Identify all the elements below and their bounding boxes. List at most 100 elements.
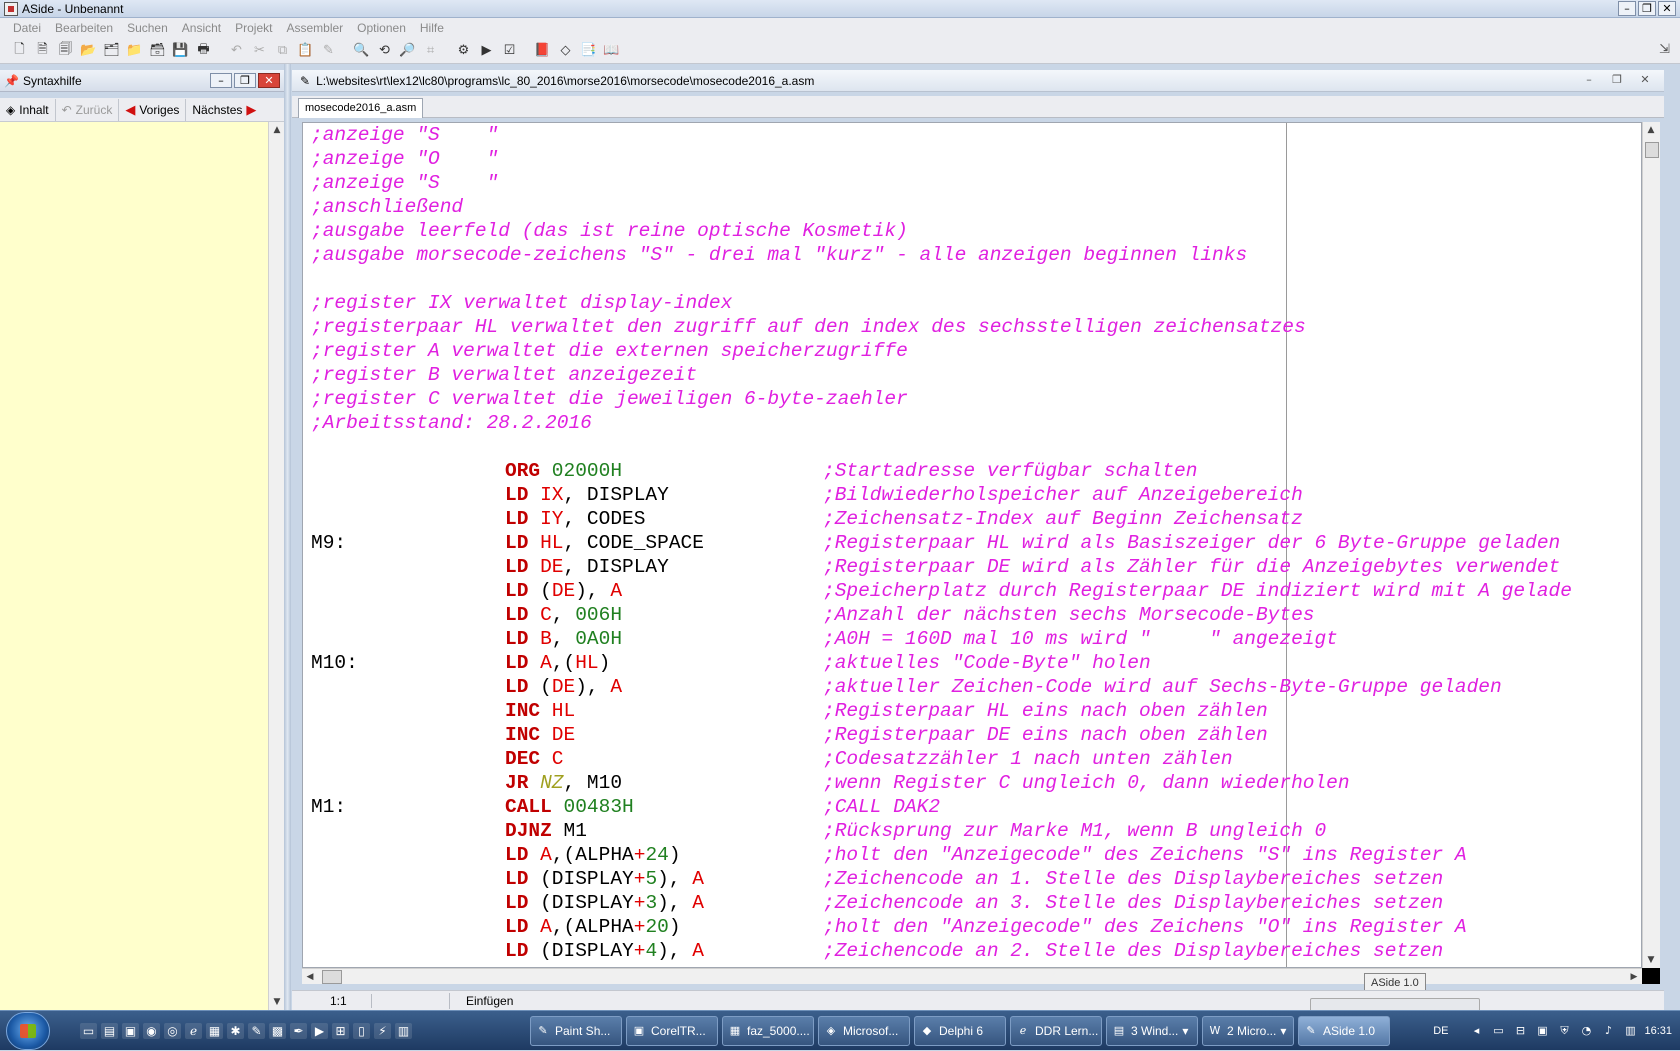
- cut-icon[interactable]: ✂: [248, 40, 271, 62]
- paint-icon[interactable]: ✎: [248, 1023, 265, 1039]
- menu-projekt[interactable]: Projekt: [228, 21, 279, 35]
- document-icon[interactable]: ▯: [353, 1023, 370, 1039]
- new-file-icon[interactable]: 🗋: [8, 40, 31, 62]
- toolbox-icon[interactable]: ▥: [395, 1023, 412, 1039]
- help-search-icon[interactable]: 📖: [600, 40, 623, 62]
- notes-icon[interactable]: ▦: [206, 1023, 223, 1039]
- menu-ansicht[interactable]: Ansicht: [175, 21, 228, 35]
- tray-app-icon[interactable]: ◔: [1578, 1023, 1594, 1039]
- code-line: ;register B verwaltet anzeigezeit: [311, 363, 1641, 387]
- panel-close-button[interactable]: ✕: [258, 73, 280, 88]
- assemble-icon[interactable]: ⚙: [452, 40, 475, 62]
- tray-network-icon[interactable]: ▥: [1622, 1023, 1638, 1039]
- task-paint-shop[interactable]: ✎ Paint Sh...: [530, 1016, 622, 1046]
- paste-icon[interactable]: 📋: [294, 40, 317, 62]
- chrome-icon[interactable]: ◉: [143, 1023, 160, 1039]
- opcode: LD: [505, 628, 529, 650]
- close-button[interactable]: ✕: [1658, 1, 1676, 16]
- restore-button[interactable]: ❐: [1638, 1, 1656, 16]
- save-icon[interactable]: 💾: [169, 40, 192, 62]
- internet-explorer-icon[interactable]: ℯ: [185, 1023, 202, 1039]
- editor-hscroll-thumb[interactable]: [322, 970, 342, 984]
- menu-suchen[interactable]: Suchen: [120, 21, 175, 35]
- task-microsoft[interactable]: ◈ Microsof...: [818, 1016, 910, 1046]
- task-coreltrace[interactable]: ▣ CorelTR...: [626, 1016, 718, 1046]
- task-faz[interactable]: ▦ faz_5000....: [722, 1016, 814, 1046]
- task-ddr-lern[interactable]: ℯ DDR Lern...: [1010, 1016, 1102, 1046]
- language-indicator[interactable]: DE: [1433, 1025, 1448, 1037]
- tab-mosecode2016-a[interactable]: mosecode2016_a.asm: [298, 98, 424, 118]
- help-index-icon[interactable]: 📑: [577, 40, 600, 62]
- task-word-group[interactable]: W 2 Micro... ▾: [1202, 1016, 1294, 1046]
- tray-volume-icon[interactable]: ♪: [1600, 1023, 1616, 1039]
- editor-minimize-button[interactable]: –: [1578, 73, 1600, 88]
- pen-icon[interactable]: ✒: [290, 1023, 307, 1039]
- undo-icon[interactable]: ↶: [225, 40, 248, 62]
- menu-assembler[interactable]: Assembler: [279, 21, 350, 35]
- find-icon[interactable]: 🔍: [350, 40, 373, 62]
- editor-scroll-down-icon[interactable]: ▼: [1643, 952, 1659, 968]
- bolt-icon[interactable]: ⚡: [374, 1023, 391, 1039]
- menu-bearbeiten[interactable]: Bearbeiten: [48, 21, 120, 35]
- explorer-icon[interactable]: ▤: [101, 1023, 118, 1039]
- editor-vertical-scrollbar[interactable]: ▲ ▼: [1642, 122, 1660, 968]
- tools-icon[interactable]: ✱: [227, 1023, 244, 1039]
- grid-icon[interactable]: ▩: [269, 1023, 286, 1039]
- comment-text: ;Speicherplatz durch Registerpaar DE ind…: [823, 580, 1572, 602]
- panel-restore-button[interactable]: ❐: [234, 73, 256, 88]
- edit-icon[interactable]: ✎: [317, 40, 340, 62]
- tray-shield-icon[interactable]: ⛨: [1556, 1023, 1572, 1039]
- panel-minimize-button[interactable]: –: [210, 73, 232, 88]
- find-next-icon[interactable]: 🔎: [396, 40, 419, 62]
- network-icon[interactable]: ⊞: [332, 1023, 349, 1039]
- goto-icon[interactable]: ⌗: [419, 40, 442, 62]
- new-project-icon[interactable]: 🗐: [54, 40, 77, 62]
- run-icon[interactable]: ▶: [475, 40, 498, 62]
- task-windows-group[interactable]: ▤ 3 Wind... ▾: [1106, 1016, 1198, 1046]
- menu-hilfe[interactable]: Hilfe: [413, 21, 451, 35]
- editor-restore-button[interactable]: ❐: [1606, 73, 1628, 88]
- tray-usb-icon[interactable]: ⊟: [1512, 1023, 1528, 1039]
- previous-button[interactable]: ◀ Voriges: [119, 98, 187, 121]
- save-all-icon[interactable]: 🗃: [146, 40, 169, 62]
- menu-optionen[interactable]: Optionen: [350, 21, 413, 35]
- app-icon[interactable]: ◎: [164, 1023, 181, 1039]
- check-icon[interactable]: ☑: [498, 40, 521, 62]
- help-contents-icon[interactable]: ◇: [554, 40, 577, 62]
- show-desktop-icon[interactable]: ▭: [80, 1023, 97, 1039]
- minimize-button[interactable]: –: [1618, 1, 1636, 16]
- open-folder-icon[interactable]: 📁: [123, 40, 146, 62]
- new-document-icon[interactable]: 🗎: [31, 40, 54, 62]
- editor-scroll-left-icon[interactable]: ◀: [302, 969, 318, 985]
- menu-datei[interactable]: Datei: [6, 21, 48, 35]
- open-project-icon[interactable]: 📂: [77, 40, 100, 62]
- toolbar-options-icon[interactable]: ⇲: [1659, 42, 1670, 57]
- media-icon[interactable]: ▶: [311, 1023, 328, 1039]
- tray-arrow-icon[interactable]: ◂: [1468, 1023, 1484, 1039]
- start-button[interactable]: [6, 1012, 50, 1050]
- help-book-icon[interactable]: 📕: [531, 40, 554, 62]
- print-icon[interactable]: 🖶: [192, 40, 215, 62]
- tray-monitor-icon[interactable]: ▣: [1534, 1023, 1550, 1039]
- operand: 24: [645, 844, 669, 866]
- syntax-help-scrollbar[interactable]: ▲ ▼: [268, 122, 284, 1010]
- tray-display-icon[interactable]: ▭: [1490, 1023, 1506, 1039]
- next-button[interactable]: Nächstes ▶: [186, 99, 262, 121]
- copy-icon[interactable]: ⧉: [271, 40, 294, 62]
- panel-splitter[interactable]: [284, 64, 291, 1010]
- editor-scroll-right-icon[interactable]: ▶: [1626, 969, 1642, 985]
- scroll-up-icon[interactable]: ▲: [269, 122, 285, 138]
- editor-horizontal-scrollbar[interactable]: ◀ ▶: [302, 968, 1642, 984]
- editor-scroll-up-icon[interactable]: ▲: [1643, 122, 1659, 138]
- task-aside[interactable]: ✎ ASide 1.0: [1298, 1016, 1390, 1046]
- save-icon[interactable]: ▣: [122, 1023, 139, 1039]
- scroll-down-icon[interactable]: ▼: [269, 994, 285, 1010]
- replace-icon[interactable]: ⟲: [373, 40, 396, 62]
- editor-close-button[interactable]: ✕: [1634, 73, 1656, 88]
- task-delphi[interactable]: ◆ Delphi 6: [914, 1016, 1006, 1046]
- add-file-icon[interactable]: 🗂: [100, 40, 123, 62]
- back-button[interactable]: ↶ Zurück: [56, 98, 120, 121]
- editor-vscroll-thumb[interactable]: [1645, 142, 1659, 158]
- contents-button[interactable]: ◈ Inhalt: [0, 98, 56, 121]
- code-editor[interactable]: ;anzeige "S " ;anzeige "O " ;anzeige "S ";…: [302, 122, 1642, 968]
